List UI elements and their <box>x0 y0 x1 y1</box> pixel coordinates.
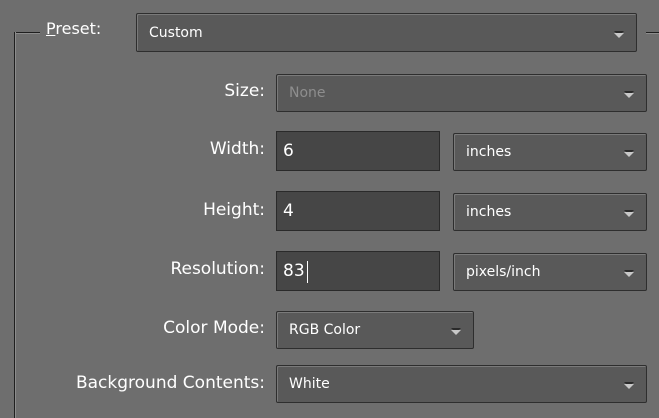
background-contents-dropdown[interactable]: White <box>276 365 647 403</box>
width-unit-dropdown[interactable]: inches <box>453 133 647 171</box>
text-caret <box>307 261 308 283</box>
preset-dropdown[interactable]: Custom <box>136 13 637 52</box>
height-input[interactable]: 4 <box>276 191 440 231</box>
resolution-unit-dropdown[interactable]: pixels/inch <box>453 253 647 291</box>
height-label: Height: <box>203 200 265 220</box>
color-mode-dropdown[interactable]: RGB Color <box>276 311 474 349</box>
width-label: Width: <box>209 139 265 159</box>
size-dropdown: None <box>276 74 647 112</box>
width-input[interactable]: 6 <box>276 131 440 171</box>
size-label: Size: <box>224 81 265 101</box>
preset-label-text: reset: <box>55 19 102 38</box>
chevron-down-icon <box>451 328 461 335</box>
chevron-down-icon <box>624 150 634 157</box>
group-box-border-top-left <box>14 32 40 34</box>
height-unit-dropdown[interactable]: inches <box>453 193 647 231</box>
preset-dropdown-value: Custom <box>149 24 203 41</box>
chevron-down-icon <box>624 382 634 389</box>
group-box-border-left <box>14 32 16 418</box>
chevron-down-icon <box>624 270 634 277</box>
color-mode-label: Color Mode: <box>163 318 265 338</box>
resolution-input[interactable]: 83 <box>276 251 440 291</box>
height-input-value: 4 <box>283 201 294 221</box>
resolution-unit-value: pixels/inch <box>466 264 541 280</box>
chevron-down-icon <box>624 91 634 98</box>
size-dropdown-value: None <box>289 85 326 101</box>
chevron-down-icon <box>624 210 634 217</box>
resolution-label: Resolution: <box>170 259 265 279</box>
background-contents-value: White <box>289 376 330 392</box>
resolution-input-value: 83 <box>283 261 305 281</box>
width-unit-value: inches <box>466 144 512 160</box>
background-contents-label: Background Contents: <box>75 373 265 393</box>
color-mode-value: RGB Color <box>289 322 361 338</box>
preset-label: Preset: <box>46 19 101 38</box>
chevron-down-icon <box>614 30 624 38</box>
width-input-value: 6 <box>283 141 294 161</box>
preset-label-mnemonic: P <box>46 19 56 38</box>
height-unit-value: inches <box>466 204 512 220</box>
group-box-border-top-right <box>646 32 659 34</box>
new-document-panel: Preset: Custom Size: None Width: 6 inche… <box>0 0 659 418</box>
